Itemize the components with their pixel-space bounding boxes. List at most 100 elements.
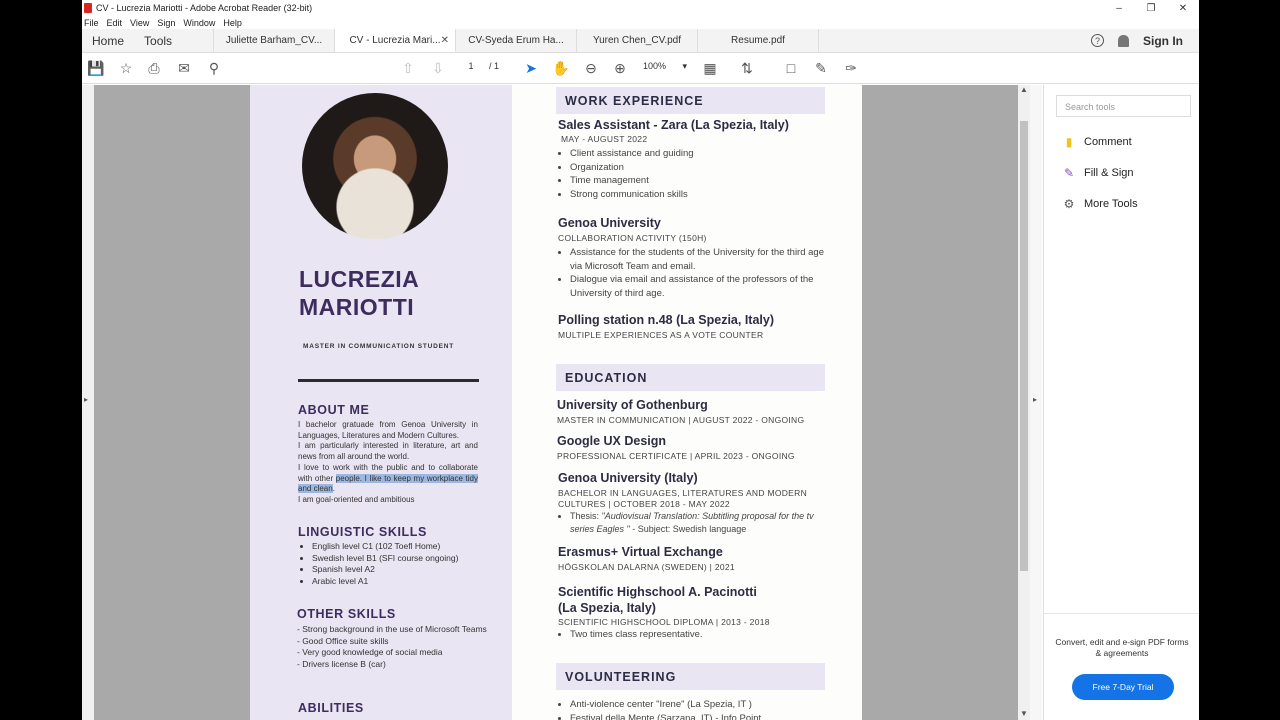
page-total: / 1: [489, 61, 500, 71]
next-page-icon[interactable]: ⇩: [430, 60, 446, 76]
menu-edit[interactable]: Edit: [107, 18, 123, 28]
tool-comment[interactable]: ▮ Comment: [1062, 135, 1132, 149]
restore-button[interactable]: ❐: [1135, 3, 1167, 14]
scroll-up-icon[interactable]: ▲: [1020, 85, 1028, 94]
scroll-down-icon[interactable]: ▼: [1020, 709, 1028, 718]
job-title: Sales Assistant - Zara (La Spezia, Italy…: [558, 118, 789, 132]
list-item: Thesis: "Audiovisual Translation: Subtit…: [570, 510, 828, 535]
thesis-subject: - Subject: Swedish language: [629, 523, 747, 534]
edu-detail: SCIENTIFIC HIGHSCHOOL DIPLOMA | 2013 - 2…: [558, 617, 770, 627]
edu-detail: PROFESSIONAL CERTIFICATE | APRIL 2023 - …: [557, 451, 795, 461]
about-text: I bachelor gratuade from Genoa Universit…: [298, 420, 478, 506]
zoom-in-icon[interactable]: ⊕: [612, 60, 628, 76]
tab-bar: Home Tools Juliette Barham_CV... CV - Lu…: [82, 29, 1199, 53]
edu-detail: MASTER IN COMMUNICATION | AUGUST 2022 - …: [557, 415, 805, 425]
edu-title: Genoa University (Italy): [558, 471, 698, 485]
sign-in-button[interactable]: Sign In: [1143, 34, 1183, 48]
previous-page-icon[interactable]: ⇧: [400, 60, 416, 76]
highlight-pen-icon[interactable]: ✎: [813, 60, 829, 76]
right-panel-toggle[interactable]: ▸: [1030, 85, 1042, 720]
tools-panel: Search tools ▮ Comment ✎ Fill & Sign ⚙ M…: [1043, 85, 1199, 720]
help-icon[interactable]: ?: [1091, 34, 1104, 47]
about-paragraph: I bachelor gratuade from Genoa Universit…: [298, 420, 478, 440]
edu-detail: HÖGSKOLAN DALARNA (SWEDEN) | 2021: [558, 562, 735, 572]
doc-tab-label: CV-Syeda Erum Ha...: [468, 35, 564, 46]
free-trial-button[interactable]: Free 7-Day Trial: [1072, 674, 1174, 700]
job-title: Genoa University: [558, 216, 661, 230]
select-cursor-icon[interactable]: ➤: [523, 60, 539, 76]
bookmark-star-icon[interactable]: ☆: [118, 60, 134, 76]
about-heading: ABOUT ME: [298, 403, 370, 417]
comment-icon[interactable]: □: [783, 60, 799, 76]
edu-title: Scientific Highschool A. Pacinotti (La S…: [558, 584, 757, 616]
list-item: Client assistance and guiding: [570, 147, 828, 161]
zoom-select[interactable]: 100% ▾: [643, 61, 687, 72]
list-item: Two times class representative.: [570, 628, 828, 642]
about-paragraph: I love to work with the public and to co…: [298, 463, 478, 495]
hand-tool-icon[interactable]: ✋: [552, 60, 569, 76]
page-number-input[interactable]: 1: [461, 61, 481, 71]
tool-more[interactable]: ⚙ More Tools: [1062, 197, 1138, 211]
email-icon[interactable]: ✉: [176, 60, 192, 76]
edu-detail: BACHELOR IN LANGUAGES, LITERATURES AND M…: [558, 488, 808, 498]
doc-tab[interactable]: Yuren Chen_CV.pdf: [577, 29, 699, 52]
other-skills-heading: OTHER SKILLS: [297, 607, 396, 621]
edu-title-line: (La Spezia, Italy): [558, 601, 656, 615]
edu-notes: Two times class representative.: [558, 628, 828, 642]
sign-icon[interactable]: ✑: [843, 60, 859, 76]
edu-title-line: Scientific Highschool A. Pacinotti: [558, 585, 757, 599]
job-duties: Assistance for the students of the Unive…: [558, 246, 826, 300]
job-dates: MULTIPLE EXPERIENCES AS A VOTE COUNTER: [558, 330, 764, 340]
menu-sign[interactable]: Sign: [157, 18, 175, 28]
minimize-button[interactable]: –: [1103, 3, 1135, 14]
tab-home[interactable]: Home: [82, 29, 134, 52]
tool-fill-sign[interactable]: ✎ Fill & Sign: [1062, 166, 1134, 180]
doc-tab-active[interactable]: CV - Lucrezia Mari... ✕: [335, 29, 457, 52]
tool-label: Comment: [1084, 136, 1132, 148]
search-tools-input[interactable]: Search tools: [1056, 95, 1191, 117]
list-item: - Good Office suite skills: [297, 635, 389, 646]
menu-window[interactable]: Window: [183, 18, 215, 28]
edu-detail: CULTURES | OCTOBER 2018 - MAY 2022: [558, 499, 730, 509]
print-icon[interactable]: ⎙: [146, 60, 162, 76]
cv-name-line2: MARIOTTI: [299, 294, 415, 320]
list-item: Arabic level A1: [312, 576, 488, 588]
menu-help[interactable]: Help: [223, 18, 242, 28]
about-paragraph: I am particularly interested in literatu…: [298, 441, 478, 462]
left-panel-toggle[interactable]: ▸: [82, 85, 94, 720]
doc-tab-label: Resume.pdf: [731, 35, 785, 46]
doc-tab[interactable]: Juliette Barham_CV...: [214, 29, 336, 52]
tool-label: Fill & Sign: [1084, 167, 1134, 179]
edu-title: University of Gothenburg: [557, 398, 708, 412]
scroll-thumb[interactable]: [1020, 121, 1028, 571]
job-duties: Client assistance and guiding Organizati…: [558, 147, 828, 201]
menu-file[interactable]: File: [84, 18, 99, 28]
cv-sidebar: LUCREZIA MARIOTTI MASTER IN COMMUNICATIO…: [250, 85, 512, 720]
close-window-button[interactable]: ✕: [1167, 3, 1199, 14]
list-item: English level C1 (102 Toefl Home): [312, 541, 488, 553]
list-item: Spanish level A2: [312, 564, 488, 576]
document-viewer[interactable]: ▸ LUCREZIA MARIOTTI MASTER IN COMMUNICAT…: [82, 85, 1042, 720]
doc-tab[interactable]: CV-Syeda Erum Ha...: [456, 29, 578, 52]
menu-view[interactable]: View: [130, 18, 149, 28]
page-fit-icon[interactable]: ▦: [702, 60, 718, 76]
tab-tools[interactable]: Tools: [134, 29, 215, 52]
close-tab-icon[interactable]: ✕: [441, 35, 449, 46]
doc-tab[interactable]: Resume.pdf: [698, 29, 820, 52]
more-tools-icon: ⚙: [1063, 197, 1075, 211]
list-item: Festival della Mente (Sarzana, IT) - Inf…: [570, 712, 828, 720]
volunteering-list: Anti-violence center "Irene" (La Spezia,…: [558, 698, 828, 720]
thesis-label: Thesis:: [570, 511, 602, 521]
search-icon[interactable]: ⚲: [206, 60, 222, 76]
vertical-scrollbar[interactable]: ▲ ▼: [1018, 85, 1030, 720]
zoom-out-icon[interactable]: ⊖: [583, 60, 599, 76]
save-icon[interactable]: 💾: [87, 60, 104, 76]
toolbar: 💾 ☆ ⎙ ✉ ⚲ ⇧ ⇩ 1 / 1 ➤ ✋ ⊖ ⊕ 100% ▾ ▦ ⇅ □…: [82, 53, 1199, 84]
doc-tab-label: Yuren Chen_CV.pdf: [592, 35, 682, 46]
notification-bell-icon[interactable]: [1118, 34, 1129, 47]
divider: [1044, 613, 1199, 614]
job-title: Polling station n.48 (La Spezia, Italy): [558, 313, 775, 327]
promo-text: Convert, edit and e-sign PDF forms & agr…: [1055, 637, 1189, 658]
scroll-mode-icon[interactable]: ⇅: [739, 60, 755, 76]
edu-title: Erasmus+ Virtual Exchange: [558, 545, 723, 559]
